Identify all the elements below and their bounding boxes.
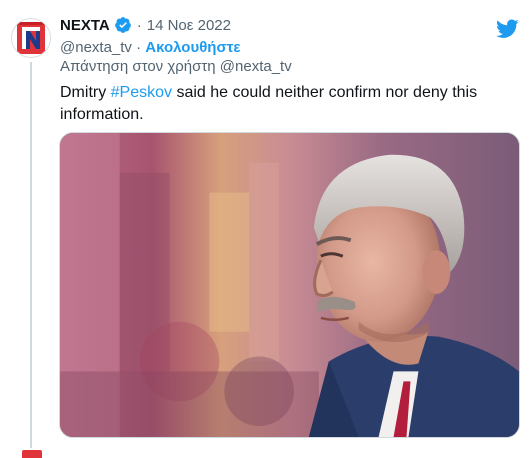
tweet-photo[interactable] — [59, 132, 520, 438]
tweet-date[interactable]: 14 Νοε 2022 — [147, 17, 231, 34]
hashtag-link[interactable]: #Peskov — [111, 84, 172, 101]
header-separator: · — [136, 16, 142, 34]
twitter-bird-icon[interactable] — [496, 19, 519, 39]
thread-connector-line — [30, 62, 32, 448]
tweet-text: Dmitry #Peskov said he could neither con… — [60, 82, 500, 126]
reply-context: Απάντηση στον χρήστη @nexta_tv — [60, 58, 292, 78]
verified-badge-icon — [114, 16, 132, 34]
nexta-avatar[interactable] — [11, 18, 51, 58]
user-handle[interactable]: @nexta_tv — [60, 39, 132, 56]
follow-link[interactable]: Ακολουθήστε — [145, 39, 240, 56]
embedded-tweet: NEXTA · 14 Νοε 2022 @nexta_tv · Ακολουθή… — [0, 0, 531, 458]
handle-row: @nexta_tv · Ακολουθήστε — [60, 37, 241, 57]
next-tweet-avatar-peek — [22, 450, 42, 458]
reply-mention[interactable]: @nexta_tv — [220, 58, 292, 75]
tweet-header: NEXTA · 14 Νοε 2022 — [60, 14, 231, 36]
handle-separator: · — [131, 38, 146, 56]
nexta-logo-icon — [17, 22, 45, 54]
display-name[interactable]: NEXTA — [60, 17, 110, 34]
tweet-text-before: Dmitry — [60, 84, 111, 101]
reply-prefix: Απάντηση στον χρήστη — [60, 58, 220, 75]
portrait-photo-image — [60, 133, 519, 437]
